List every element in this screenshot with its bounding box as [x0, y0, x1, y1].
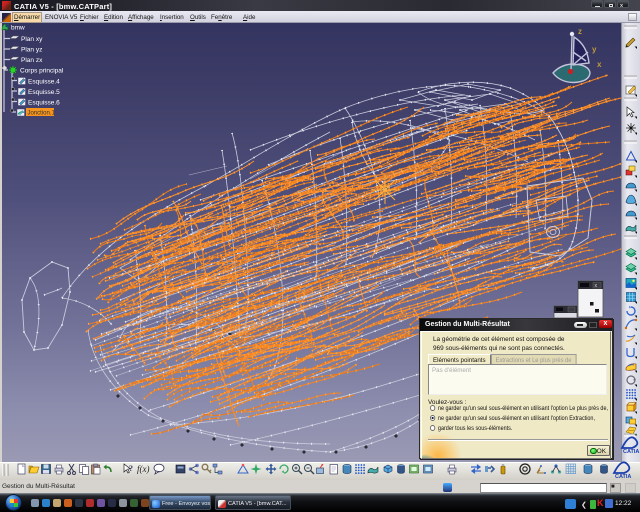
- svg-text:f(x): f(x): [137, 464, 150, 474]
- svg-text:?: ?: [129, 464, 133, 473]
